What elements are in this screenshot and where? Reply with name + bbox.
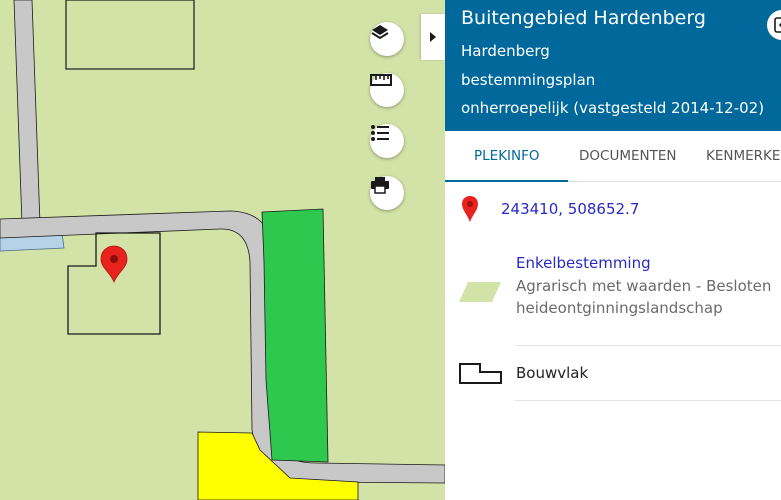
plan-status: onherroepelijk (vastgesteld 2014-12-02) xyxy=(461,99,765,117)
ruler-icon xyxy=(370,74,392,86)
enkelbestemming-title[interactable]: Enkelbestemming xyxy=(516,254,651,272)
divider xyxy=(515,400,781,401)
legend-list-icon xyxy=(371,125,389,141)
layers-button[interactable] xyxy=(370,22,404,56)
bouwvlak-item: Bouwvlak xyxy=(458,360,588,390)
plan-municipality: Hardenberg xyxy=(461,42,550,60)
tab-documenten[interactable]: DOCUMENTEN xyxy=(579,131,676,180)
location-row: 243410, 508652.7 xyxy=(461,193,639,225)
viewer: Buitengebied Hardenberg Hardenberg beste… xyxy=(0,0,781,500)
print-button[interactable] xyxy=(370,176,404,210)
layers-icon xyxy=(371,25,389,40)
caret-right-icon xyxy=(430,32,436,42)
map-view[interactable] xyxy=(0,0,445,500)
plan-header: Buitengebied Hardenberg Hardenberg beste… xyxy=(445,0,781,131)
divider xyxy=(515,345,781,346)
bouwvlak-label: Bouwvlak xyxy=(516,364,589,382)
measure-button[interactable] xyxy=(370,73,404,107)
info-panel: Buitengebied Hardenberg Hardenberg beste… xyxy=(445,0,781,500)
panel-tabs: PLEKINFO DOCUMENTEN KENMERKEN xyxy=(445,131,781,182)
tab-kenmerken[interactable]: KENMERKEN xyxy=(706,131,781,180)
print-icon xyxy=(371,177,389,194)
tab-plekinfo[interactable]: PLEKINFO xyxy=(445,131,568,182)
bouwvlak-outline-icon xyxy=(459,363,502,384)
panel-collapse-toggle[interactable] xyxy=(421,14,445,60)
panel-close-button[interactable] xyxy=(767,10,781,40)
green-zone xyxy=(261,208,329,463)
legend-button[interactable] xyxy=(370,124,404,158)
enkelbestemming-description: Agrarisch met waarden - Besloten heideon… xyxy=(516,277,772,317)
plan-type: bestemmingsplan xyxy=(461,71,596,89)
enkelbestemming-swatch-icon xyxy=(459,282,501,302)
collapse-panel-icon xyxy=(774,17,781,33)
location-coordinates[interactable]: 243410, 508652.7 xyxy=(501,200,639,218)
location-pin-icon xyxy=(462,196,478,222)
plan-title: Buitengebied Hardenberg xyxy=(461,7,706,29)
